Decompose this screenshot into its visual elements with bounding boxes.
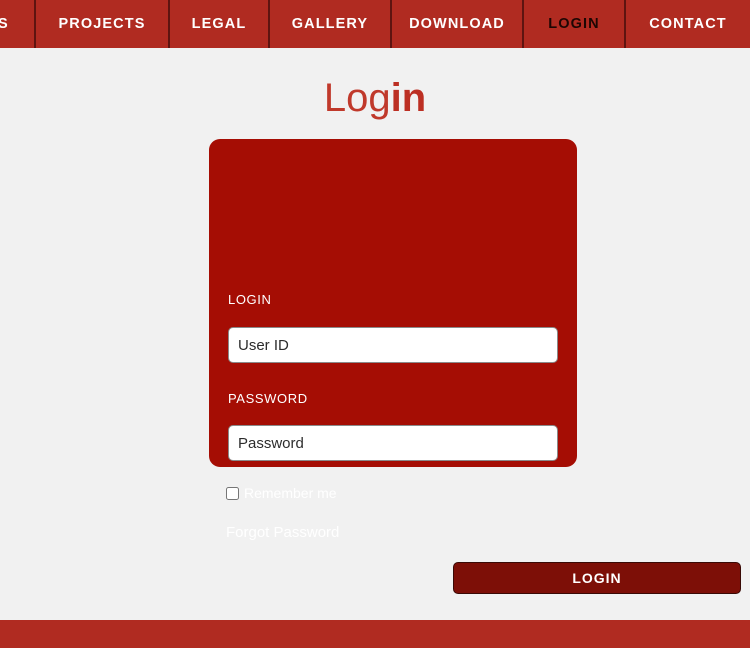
password-input[interactable] <box>228 425 558 461</box>
remember-me-label: Remember me <box>244 485 337 501</box>
nav-item-login[interactable]: LOGIN <box>524 0 626 48</box>
nav-item-gallery[interactable]: GALLERY <box>270 0 392 48</box>
user-id-input[interactable] <box>228 327 558 363</box>
footer-bar <box>0 620 750 648</box>
nav-item-label: S <box>0 16 9 32</box>
nav-item-contact[interactable]: CONTACT <box>626 0 750 48</box>
nav-item-label: PROJECTS <box>58 16 146 32</box>
password-field-label: PASSWORD <box>228 391 308 406</box>
page-title-normal: Log <box>323 76 391 120</box>
nav-item-legal[interactable]: LEGAL <box>170 0 270 48</box>
login-submit-button[interactable]: LOGIN <box>453 562 741 594</box>
forgot-password-link[interactable]: Forgot Password <box>226 524 339 541</box>
main-navigation: S PROJECTS LEGAL GALLERY DOWNLOAD LOGIN … <box>0 0 750 48</box>
page-title-bold: in <box>390 76 427 120</box>
page-title: Login <box>0 75 750 121</box>
nav-item-label: LEGAL <box>191 16 247 32</box>
nav-item-label: LOGIN <box>548 16 600 32</box>
login-card: LOGIN PASSWORD Remember me Forgot Passwo… <box>209 139 741 594</box>
nav-item-clipped[interactable]: S <box>0 0 36 48</box>
nav-item-projects[interactable]: PROJECTS <box>36 0 170 48</box>
remember-me-checkbox[interactable] <box>226 486 239 500</box>
nav-item-label: GALLERY <box>291 16 369 32</box>
nav-item-download[interactable]: DOWNLOAD <box>392 0 524 48</box>
remember-me-row[interactable]: Remember me <box>226 485 337 501</box>
login-field-label: LOGIN <box>228 292 272 307</box>
nav-item-label: DOWNLOAD <box>409 16 505 32</box>
nav-item-label: CONTACT <box>649 16 727 32</box>
